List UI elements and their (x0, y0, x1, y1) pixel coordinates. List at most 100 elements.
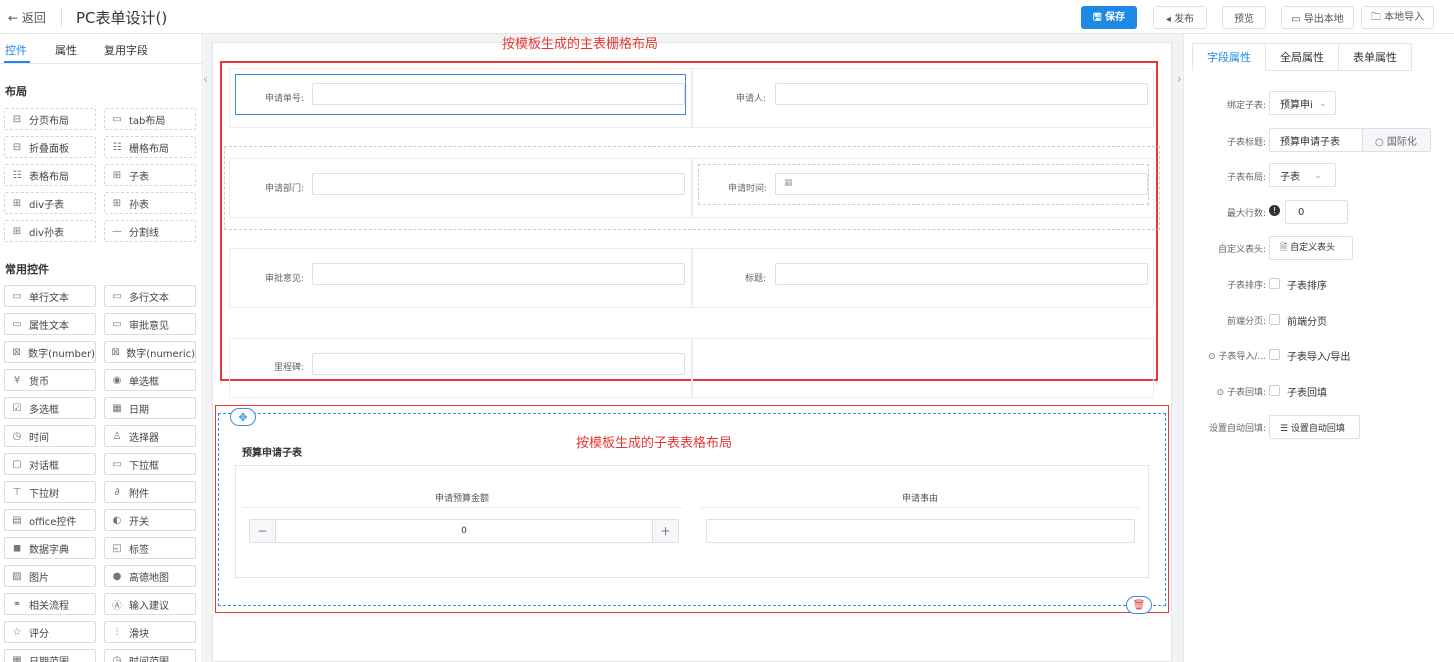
control-item[interactable]: ▭ tab布局 (104, 108, 196, 130)
frontend-paging-label: 前端分页: (1226, 317, 1266, 327)
control-item[interactable]: ⊠ 数字(numeric) (104, 341, 196, 363)
control-item[interactable]: ¥ 货币 (4, 369, 96, 391)
applicant-input[interactable] (775, 83, 1148, 105)
info-icon: ! (1269, 205, 1280, 216)
grid-cell[interactable] (692, 338, 1154, 398)
control-item[interactable]: ⊞ 孙表 (104, 192, 196, 214)
control-icon: ▦ (112, 402, 122, 414)
control-item[interactable]: ● 高德地图 (104, 565, 196, 587)
milestone-input[interactable] (312, 353, 685, 375)
control-item[interactable]: ▭ 属性文本 (4, 313, 96, 335)
title-input[interactable] (775, 263, 1148, 285)
control-icon: ▭ (112, 458, 122, 470)
control-item[interactable]: ▢ 对话框 (4, 453, 96, 475)
control-item[interactable]: ▭ 下拉框 (104, 453, 196, 475)
save-button[interactable]: 🖫 保存 (1081, 6, 1137, 29)
delete-icon[interactable]: 🗑 (1126, 596, 1152, 614)
control-item[interactable]: ☷ 表格布局 (4, 164, 96, 186)
subtable-sort-checkbox[interactable] (1269, 278, 1280, 289)
control-item[interactable]: ⊞ div孙表 (4, 220, 96, 242)
control-label: 数字(number) (28, 348, 95, 360)
tab-global-properties[interactable]: 全局属性 (1265, 43, 1339, 71)
department-input[interactable] (312, 173, 685, 195)
auto-backfill-button[interactable]: ☰ 设置自动回填 (1269, 415, 1360, 439)
control-item[interactable]: ◐ 开关 (104, 509, 196, 531)
amount-value[interactable]: 0 (276, 526, 652, 536)
control-label: 多选框 (29, 404, 59, 416)
control-item[interactable]: ☷ 栅格布局 (104, 136, 196, 158)
tab-field-properties[interactable]: 字段属性 (1192, 43, 1266, 71)
control-item[interactable]: ▦ 日期 (104, 397, 196, 419)
amount-stepper[interactable]: − 0 + (249, 519, 679, 543)
collapse-left-icon[interactable]: ‹ (203, 72, 208, 86)
tab-properties[interactable]: 属性 (55, 42, 77, 58)
control-item[interactable]: ♙ 选择器 (104, 425, 196, 447)
increment-button[interactable]: + (652, 520, 678, 542)
subtable-backfill-checkbox[interactable] (1269, 385, 1280, 396)
frontend-paging-checkbox[interactable] (1269, 314, 1280, 325)
control-item[interactable]: ▭ 多行文本 (104, 285, 196, 307)
divider (61, 8, 62, 26)
control-item[interactable]: ⊞ div子表 (4, 192, 96, 214)
control-item[interactable]: ▦ 日期范围 (4, 649, 96, 662)
custom-header-label: 自定义表头: (1217, 245, 1266, 255)
control-item[interactable]: ◼ 数据字典 (4, 537, 96, 559)
decrement-button[interactable]: − (250, 520, 276, 542)
control-item[interactable]: ⚭ 相关流程 (4, 593, 96, 615)
control-item[interactable]: — 分割线 (104, 220, 196, 242)
control-item[interactable]: ◷ 时间 (4, 425, 96, 447)
max-rows-input[interactable]: 0 (1285, 200, 1348, 224)
control-item[interactable]: ◉ 单选框 (104, 369, 196, 391)
top-toolbar: ← 返回 PC表单设计() 🖫 保存 ◂ 发布 预览 ▭ 导出本地 🗀 本地导入 (0, 0, 1454, 34)
control-item[interactable]: ▭ 审批意见 (104, 313, 196, 335)
move-icon[interactable]: ✥ (230, 408, 256, 426)
control-item[interactable]: ∂ 附件 (104, 481, 196, 503)
control-label: 开关 (129, 516, 149, 528)
control-icon: ◷ (12, 430, 22, 442)
left-tabs: 控件 属性 复用字段 (0, 34, 202, 64)
preview-button[interactable]: 预览 (1222, 6, 1266, 29)
apply-time-input[interactable]: ▦ (775, 173, 1148, 195)
export-local-button[interactable]: ▭ 导出本地 (1281, 6, 1354, 29)
control-item[interactable]: ⊠ 数字(number) (4, 341, 96, 363)
apply-no-input[interactable] (312, 83, 685, 105)
control-label: 数据字典 (29, 544, 69, 556)
control-label: 分页布局 (29, 115, 69, 127)
control-label: 孙表 (129, 199, 149, 211)
control-item[interactable]: ☆ 评分 (4, 621, 96, 643)
control-icon: ∂ (114, 486, 120, 498)
control-item[interactable]: ⫶ 滑块 (104, 621, 196, 643)
subtable-io-checkbox[interactable] (1269, 349, 1280, 360)
control-item[interactable]: ▭ 单行文本 (4, 285, 96, 307)
tab-form-properties[interactable]: 表单属性 (1338, 43, 1412, 71)
control-item[interactable]: ☑ 多选框 (4, 397, 96, 419)
control-item[interactable]: ◱ 标签 (104, 537, 196, 559)
control-item[interactable]: ⊟ 折叠面板 (4, 136, 96, 158)
approval-opinion-input[interactable] (312, 263, 685, 285)
collapse-right-icon[interactable]: › (1177, 72, 1182, 86)
control-item[interactable]: ◷ 时间范围 (104, 649, 196, 662)
subtable-layout-select[interactable]: 子表 ⌄ (1269, 163, 1336, 187)
control-label: 折叠面板 (29, 143, 69, 155)
control-item[interactable]: ▨ 图片 (4, 565, 96, 587)
control-icon: ▭ (112, 318, 122, 330)
control-item[interactable]: ⊤ 下拉树 (4, 481, 96, 503)
control-item[interactable]: ▤ office控件 (4, 509, 96, 531)
control-item[interactable]: ⊟ 分页布局 (4, 108, 96, 130)
field-label: 申请单号: (264, 94, 304, 104)
tab-controls[interactable]: 控件 (5, 42, 27, 58)
custom-header-button[interactable]: 🗎 自定义表头 (1269, 236, 1353, 260)
control-label: 对话框 (29, 460, 59, 472)
back-button[interactable]: ← 返回 (8, 9, 46, 26)
control-item[interactable]: ⊞ 子表 (104, 164, 196, 186)
bind-subtable-select[interactable]: 预算申i ⌄ (1269, 91, 1336, 115)
control-item[interactable]: Ⓐ 输入建议 (104, 593, 196, 615)
import-local-button[interactable]: 🗀 本地导入 (1361, 6, 1434, 29)
publish-button[interactable]: ◂ 发布 (1153, 6, 1207, 29)
i18n-button[interactable]: ○ 国际化 (1362, 128, 1431, 152)
subtable-title-input[interactable]: 预算申请子表 (1269, 128, 1363, 152)
reason-input[interactable] (706, 519, 1135, 543)
subtable-title-label: 子表标题: (1226, 138, 1266, 148)
tab-reuse-fields[interactable]: 复用字段 (104, 42, 148, 58)
control-icon: ⊞ (12, 225, 22, 237)
